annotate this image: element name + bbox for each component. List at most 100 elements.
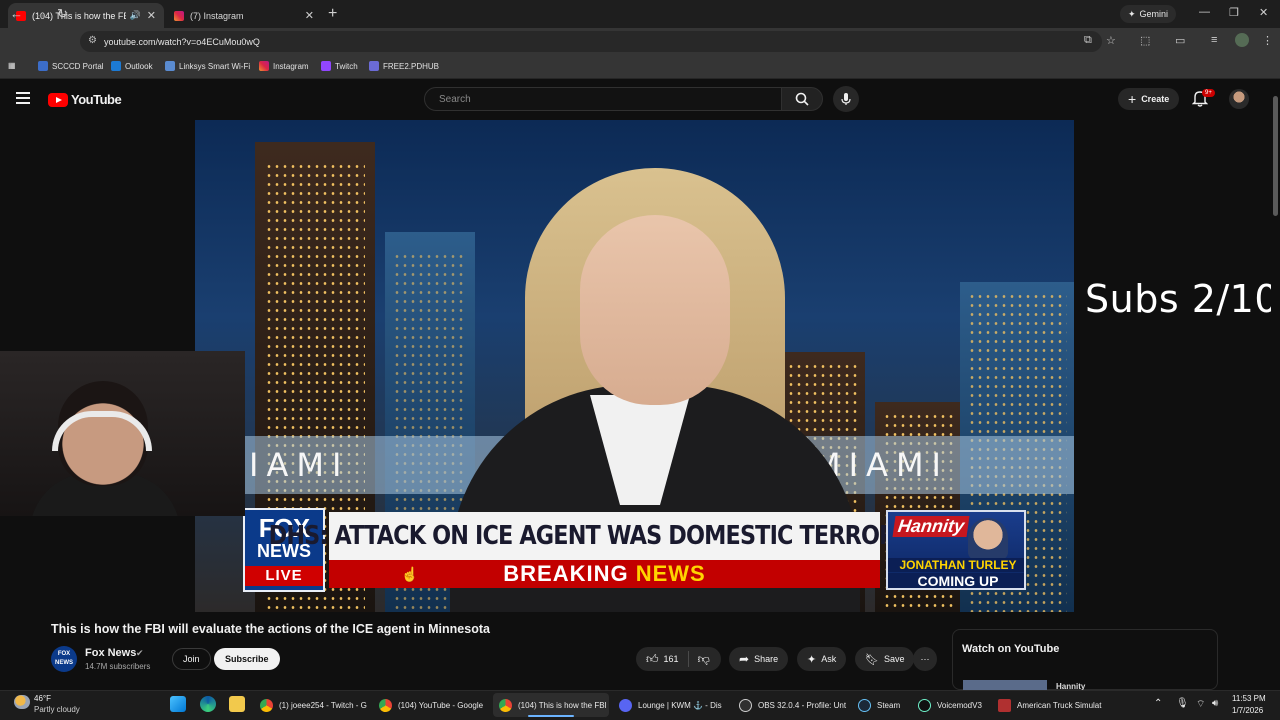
related-video-thumbnail[interactable] (963, 680, 1047, 690)
gemini-button[interactable]: ✦ Gemini (1120, 5, 1177, 23)
save-button[interactable]: 🔖︎ Save (855, 647, 915, 671)
show-hidden-icons-chevron-icon[interactable]: ⌃ (1154, 698, 1162, 709)
bookmark-instagram[interactable]: Instagram (259, 61, 309, 71)
bookmark-linksys[interactable]: Linksys Smart Wi-Fi (165, 61, 250, 71)
share-button[interactable]: ➦ Share (729, 647, 789, 671)
apps-grid-icon[interactable]: ▦ (8, 61, 16, 70)
profile-avatar-icon[interactable] (1235, 33, 1249, 47)
news-word: NEWS (635, 561, 706, 586)
file-explorer-icon[interactable] (229, 696, 245, 712)
weather-partly-cloudy-icon[interactable] (14, 695, 30, 709)
gemini-label: Gemini (1139, 9, 1169, 19)
side-panel-icon[interactable]: ▭ (1175, 34, 1185, 47)
close-tab-icon[interactable]: ✕ (305, 9, 314, 22)
bookmark-scccd-portal[interactable]: SCCCD Portal (38, 61, 104, 71)
forward-arrow-icon[interactable]: → (34, 6, 47, 21)
taskbar-app-american-truck-simulator[interactable]: American Truck Simulat (992, 693, 1108, 717)
microphone-tray-icon[interactable]: 🎙︎ (1176, 698, 1189, 709)
microphone-icon (841, 93, 851, 105)
chrome-icon (499, 698, 512, 712)
bookmark-label: Linksys Smart Wi-Fi (179, 61, 251, 71)
page-scrollbar[interactable] (1271, 80, 1280, 690)
audio-playing-icon[interactable]: 🔊 (130, 10, 141, 21)
install-app-icon[interactable]: ⧉ (1084, 34, 1092, 47)
scrollbar-thumb[interactable] (1273, 96, 1278, 216)
free2pdhub-favicon-icon (369, 61, 379, 71)
upcoming-show-promo: Hannity JONATHAN TURLEY COMING UP (886, 510, 1026, 590)
taskbar-app-youtube-chrome[interactable]: (104) YouTube - Google (373, 693, 489, 717)
site-info-icon[interactable]: ⚙ (88, 35, 97, 46)
news-lower-third: FOX NEWS LIVE DHS: ATTACK ON ICE AGENT W… (243, 508, 1074, 592)
gemini-sparkle-icon: ✦ (1128, 8, 1136, 19)
channel-name[interactable]: Fox News (85, 647, 136, 659)
tab-youtube-video[interactable]: (104) This is how the FBI wi 🔊 ✕ (8, 3, 164, 28)
linksys-favicon-icon (165, 61, 175, 71)
search-button[interactable] (781, 87, 823, 111)
clock-time[interactable]: 11:53 PM (1232, 694, 1266, 703)
back-arrow-icon[interactable]: ← (10, 6, 23, 21)
taskbar-app-label: VoicemodV3 (937, 700, 982, 710)
more-menu-icon[interactable]: ⋮ (1262, 34, 1273, 47)
address-bar[interactable]: ⚙ youtube.com/watch?v=o4ECuMou0wQ (80, 31, 1102, 52)
chrome-icon (260, 698, 273, 712)
edge-browser-icon[interactable] (200, 696, 216, 712)
wifi-icon[interactable]: ⌔ (1196, 698, 1205, 711)
media-controls-icon[interactable]: ≡ (1211, 34, 1217, 46)
channel-avatar[interactable]: FOX NEWS (51, 646, 77, 672)
taskbar-app-label: (104) YouTube - Google (398, 700, 484, 710)
weather-temperature[interactable]: 46°F (34, 694, 51, 703)
share-label: Share (754, 654, 779, 664)
extensions-icon[interactable]: ⬚ (1140, 34, 1150, 47)
like-button[interactable]: 👍︎ 161 (646, 652, 679, 667)
outlook-favicon-icon (111, 61, 121, 71)
taskbar-app-twitch-chrome[interactable]: (1) joeee254 - Twitch - G (254, 693, 370, 717)
volume-icon[interactable]: 🔊︎ (1212, 698, 1218, 709)
video-player[interactable]: IAMI MIAMI FOX NEWS LIVE DHS: ATTACK ON … (195, 120, 1074, 612)
save-label: Save (883, 654, 905, 664)
clock-date[interactable]: 1/7/2026 (1232, 706, 1263, 715)
taskbar-app-obs[interactable]: OBS 32.0.4 - Profile: Unt (733, 693, 849, 717)
thumbs-down-icon: 👎︎ (697, 651, 710, 666)
hamburger-menu-icon[interactable] (16, 92, 30, 104)
news-anchor-face (580, 215, 730, 405)
restore-window-icon[interactable]: ❐ (1229, 6, 1239, 19)
share-arrow-icon: ➦ (739, 652, 750, 666)
steam-icon (858, 698, 871, 712)
promo-show-name: Hannity (892, 516, 970, 537)
new-tab-plus-icon[interactable]: + (328, 5, 337, 23)
subscribe-button[interactable]: Subscribe (214, 648, 280, 670)
reload-icon[interactable]: ↻ (57, 6, 68, 22)
create-button[interactable]: + Create (1118, 88, 1180, 110)
ask-button[interactable]: ✦ Ask (797, 647, 847, 671)
dislike-button[interactable]: 👎︎ (698, 652, 710, 667)
more-actions-button[interactable]: ⋯ (913, 647, 937, 671)
breaking-word: BREAKING (503, 561, 629, 586)
weather-description[interactable]: Partly cloudy (34, 705, 80, 714)
headline-text: DHS: ATTACK ON ICE AGENT WAS DOMESTIC TE… (268, 521, 941, 551)
thumbs-up-icon: 👍︎ (646, 651, 659, 666)
taskbar-app-current-video[interactable]: (104) This is how the FBI (493, 693, 609, 717)
taskbar-app-label: OBS 32.0.4 - Profile: Unt (758, 700, 847, 710)
bookmark-label: Twitch (335, 61, 358, 71)
discord-icon (619, 698, 632, 712)
voice-search-button[interactable] (833, 86, 859, 112)
mouse-cursor-icon: ☝ (401, 566, 419, 582)
taskbar-app-voicemod[interactable]: VoicemodV3 (912, 693, 992, 717)
account-avatar[interactable] (1229, 89, 1249, 109)
taskbar-app-discord[interactable]: Lounge | KWM ⚓ - Dis (613, 693, 729, 717)
bookmark-twitch[interactable]: Twitch (321, 61, 358, 71)
youtube-logo[interactable]: YouTube (48, 92, 122, 107)
search-input[interactable]: Search (424, 87, 782, 111)
close-tab-icon[interactable]: ✕ (147, 9, 156, 22)
bookmark-outlook[interactable]: Outlook (111, 61, 153, 71)
headline-banner: DHS: ATTACK ON ICE AGENT WAS DOMESTIC TE… (269, 512, 941, 560)
tab-instagram[interactable]: (7) Instagram ✕ (166, 3, 322, 28)
bookmark-star-icon[interactable]: ☆ (1106, 34, 1116, 47)
close-window-icon[interactable]: ✕ (1259, 6, 1268, 19)
join-button[interactable]: Join (172, 648, 211, 670)
taskbar-app-steam[interactable]: Steam (852, 693, 914, 717)
minimize-window-icon[interactable]: — (1199, 6, 1210, 18)
windows-start-icon[interactable] (170, 696, 186, 712)
bookmark-free2pdhub[interactable]: FREE2.PDHUB (369, 61, 439, 71)
promo-status: COMING UP (888, 573, 1024, 588)
